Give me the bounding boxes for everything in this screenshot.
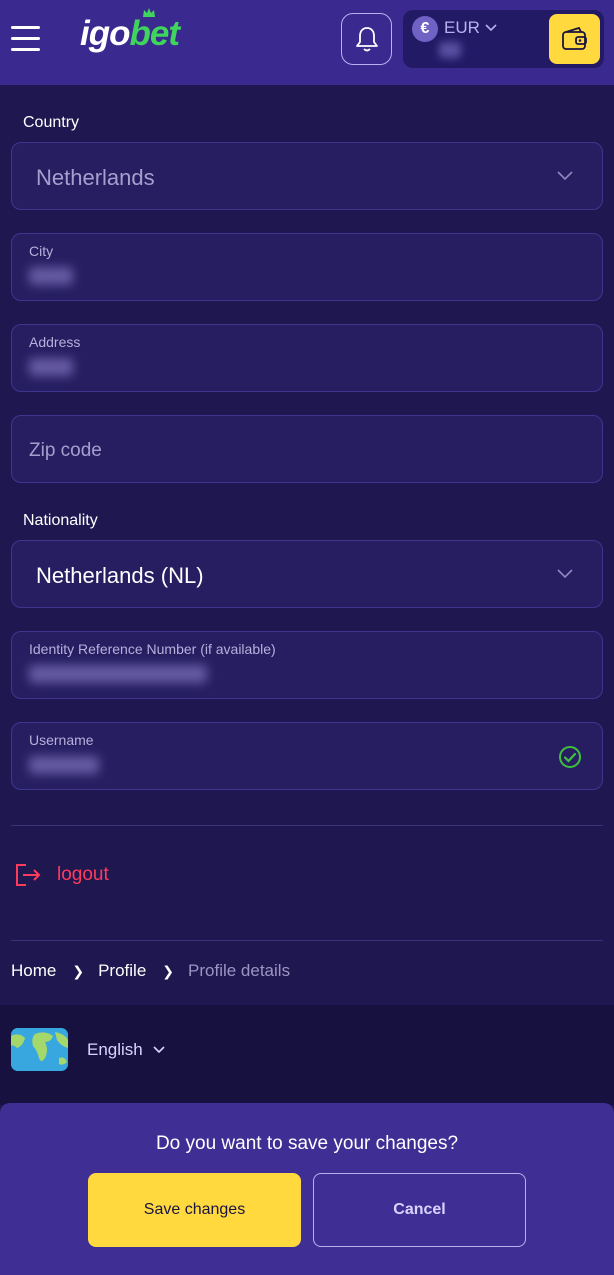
- divider: [11, 940, 603, 941]
- save-question: Do you want to save your changes?: [155, 1133, 459, 1154]
- zip-code-placeholder: Zip code: [29, 440, 102, 461]
- nationality-label: Nationality: [23, 512, 98, 529]
- cancel-button[interactable]: Cancel: [313, 1173, 526, 1247]
- identity-value-hidden: [29, 665, 207, 683]
- username-field[interactable]: Username: [11, 722, 603, 790]
- identity-label: Identity Reference Number (if available): [29, 641, 276, 657]
- country-select[interactable]: Netherlands: [11, 142, 603, 210]
- city-field[interactable]: City: [11, 233, 603, 301]
- footer: English: [0, 1005, 614, 1105]
- breadcrumb: Home ❯ Profile ❯ Profile details: [11, 961, 290, 981]
- nationality-select[interactable]: Netherlands (NL): [11, 540, 603, 608]
- chevron-right-icon: ❯: [162, 962, 175, 979]
- check-circle-icon: [559, 746, 581, 768]
- identity-number-field[interactable]: Identity Reference Number (if available): [11, 631, 603, 699]
- bell-icon: [355, 27, 378, 52]
- username-label: Username: [29, 732, 94, 748]
- wallet-icon: [561, 26, 587, 50]
- language-label: English: [87, 1039, 143, 1059]
- globe-icon: [11, 1028, 68, 1071]
- logout-icon: [16, 864, 41, 886]
- save-button[interactable]: Save changes: [88, 1173, 301, 1247]
- breadcrumb-home[interactable]: Home: [11, 961, 56, 981]
- balance-widget: € EUR: [403, 10, 604, 68]
- chevron-down-icon: [557, 171, 573, 181]
- top-header: igobet € EUR: [0, 0, 614, 85]
- breadcrumb-profile[interactable]: Profile: [98, 961, 146, 981]
- username-value-hidden: [29, 756, 99, 774]
- logout-label: logout: [57, 864, 109, 885]
- address-label: Address: [29, 334, 81, 350]
- chevron-down-icon: [153, 1045, 165, 1053]
- city-label: City: [29, 243, 54, 259]
- currency-label: EUR: [444, 18, 480, 37]
- hamburger-menu-icon[interactable]: [11, 26, 40, 52]
- divider: [11, 825, 603, 826]
- currency-selector[interactable]: EUR: [444, 18, 497, 38]
- save-changes-panel: Do you want to save your changes? Save c…: [0, 1103, 614, 1275]
- country-value: Netherlands: [36, 165, 155, 190]
- euro-icon: €: [412, 16, 438, 42]
- country-label: Country: [23, 114, 80, 131]
- address-field[interactable]: Address: [11, 324, 603, 392]
- balance-amount-hidden: [439, 42, 461, 58]
- wallet-button[interactable]: [549, 14, 600, 64]
- address-value-hidden: [29, 358, 73, 376]
- profile-details-page: igobet € EUR Country Netherlands City Ad…: [0, 0, 614, 1275]
- city-value-hidden: [29, 267, 73, 285]
- chevron-right-icon: ❯: [72, 962, 85, 979]
- crown-icon: [143, 8, 155, 17]
- logout-button[interactable]: logout: [14, 862, 109, 888]
- zip-code-field[interactable]: Zip code: [11, 415, 603, 483]
- site-logo[interactable]: igobet: [80, 8, 180, 58]
- chevron-down-icon: [485, 24, 497, 32]
- chevron-down-icon: [557, 569, 573, 579]
- nationality-value: Netherlands (NL): [36, 563, 204, 588]
- breadcrumb-current: Profile details: [188, 961, 291, 980]
- language-selector[interactable]: English: [11, 1028, 165, 1071]
- notifications-button[interactable]: [341, 13, 392, 65]
